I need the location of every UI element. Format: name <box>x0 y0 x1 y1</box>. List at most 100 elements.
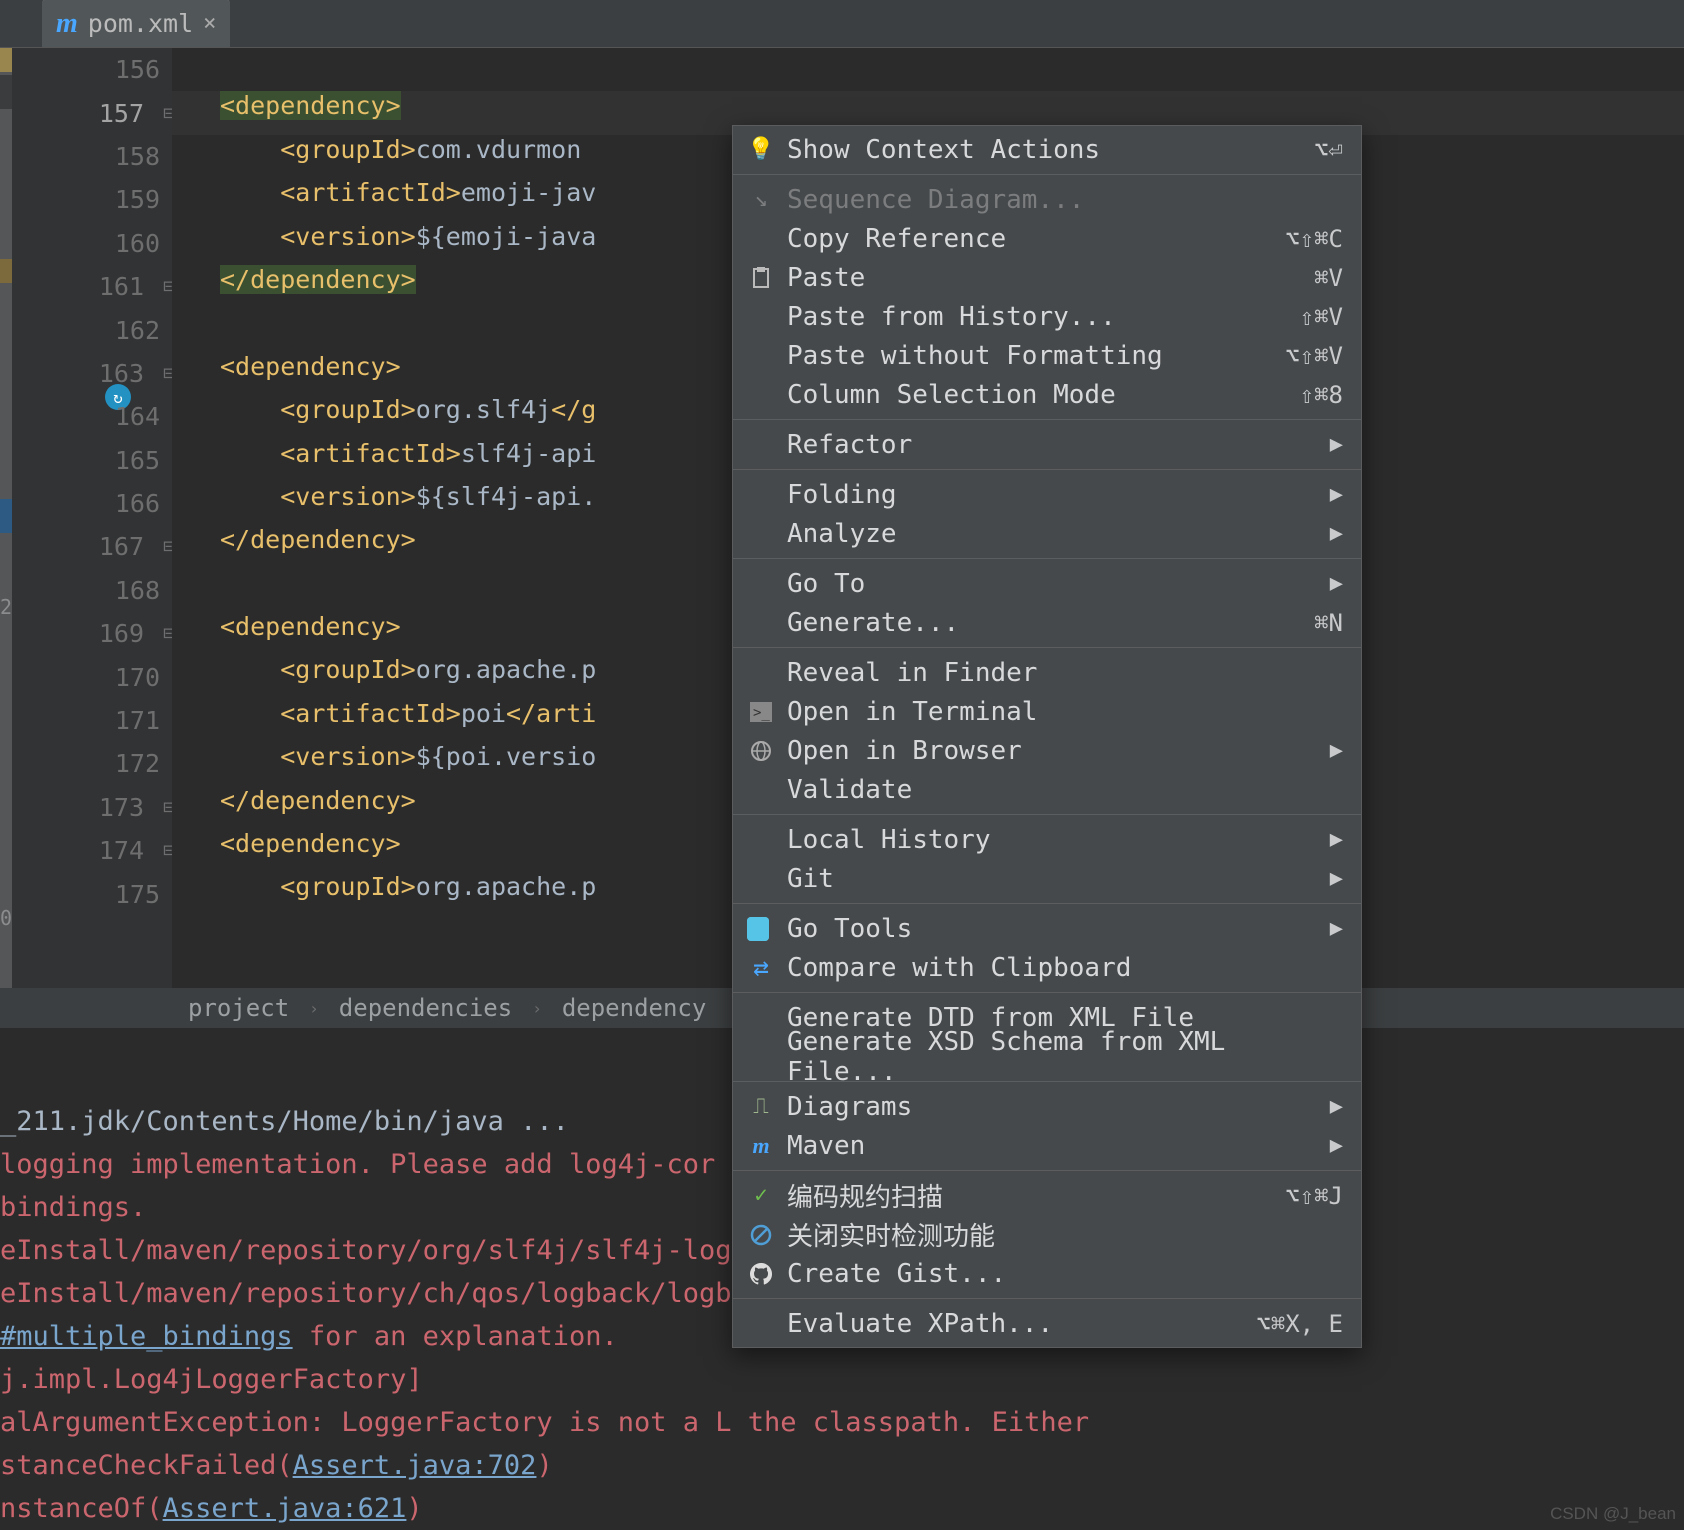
line-number[interactable]: 170 <box>12 655 172 698</box>
menu-label: Diagrams <box>787 1092 912 1122</box>
menu-item[interactable]: Evaluate XPath... ⌥⌘X, E <box>733 1304 1361 1343</box>
submenu-arrow-icon: ▶ <box>1330 1094 1343 1119</box>
menu-label: 关闭实时检测功能 <box>787 1216 995 1253</box>
menu-item[interactable]: mMaven▶ <box>733 1126 1361 1165</box>
compare-icon: ⇄ <box>747 954 775 982</box>
menu-shortcut: ⌥⏎ <box>1314 136 1343 164</box>
submenu-arrow-icon: ▶ <box>1330 432 1343 457</box>
line-number[interactable]: 174⊟ <box>12 829 172 872</box>
menu-separator <box>733 1298 1361 1299</box>
menu-item[interactable]: ⇄ Compare with Clipboard <box>733 948 1361 987</box>
breadcrumb-item[interactable]: project <box>188 994 289 1022</box>
menu-item[interactable]: Folding ▶ <box>733 475 1361 514</box>
menu-label: Git <box>787 864 834 894</box>
menu-item[interactable]: Paste from History...⇧⌘V <box>733 297 1361 336</box>
context-menu: 💡Show Context Actions⌥⏎↘Sequence Diagram… <box>732 125 1362 1348</box>
line-number[interactable]: 164 <box>12 395 172 438</box>
arrow-icon: ↘ <box>747 186 775 214</box>
svg-text:>_: >_ <box>753 705 770 721</box>
line-number[interactable]: 163⊟ <box>12 352 172 395</box>
chevron-right-icon: › <box>532 999 542 1018</box>
term-icon: >_ <box>747 698 775 726</box>
line-number[interactable]: 169⊟ <box>12 612 172 655</box>
menu-separator <box>733 419 1361 420</box>
menu-item[interactable]: Git▶ <box>733 859 1361 898</box>
menu-item[interactable]: Copy Reference⌥⇧⌘C <box>733 219 1361 258</box>
menu-separator <box>733 647 1361 648</box>
line-number[interactable]: 159 <box>12 178 172 221</box>
menu-label: Local History <box>787 825 991 855</box>
menu-item[interactable]: Paste⌘V <box>733 258 1361 297</box>
line-number[interactable]: 168 <box>12 569 172 612</box>
line-number[interactable]: 157⊟ <box>12 91 172 134</box>
menu-label: Folding <box>787 480 897 510</box>
line-number-gutter[interactable]: ↻ 156157⊟158159160161⊟162163⊟16416516616… <box>12 48 172 988</box>
menu-shortcut: ⌘V <box>1314 264 1343 292</box>
bulb-icon: 💡 <box>747 136 775 164</box>
breadcrumb-item[interactable]: dependencies <box>339 994 512 1022</box>
line-number[interactable]: 165 <box>12 439 172 482</box>
line-number[interactable]: 158 <box>12 135 172 178</box>
menu-item[interactable]: Open in Browser▶ <box>733 731 1361 770</box>
menu-label: Show Context Actions <box>787 135 1100 165</box>
globe-icon <box>747 737 775 765</box>
menu-item[interactable]: Refactor▶ <box>733 425 1361 464</box>
line-number[interactable]: 172 <box>12 742 172 785</box>
menu-item[interactable]: 💡 Show Context Actions ⌥⏎ <box>733 130 1361 169</box>
menu-item[interactable]: Local History▶ <box>733 820 1361 859</box>
menu-item[interactable]: ✓编码规约扫描⌥⇧⌘J <box>733 1176 1361 1215</box>
console-line: stanceCheckFailed(Assert.java:702) <box>0 1444 1684 1487</box>
chevron-right-icon: › <box>309 999 319 1018</box>
menu-separator <box>733 903 1361 904</box>
menu-separator <box>733 1170 1361 1171</box>
menu-item[interactable]: Go Tools▶ <box>733 909 1361 948</box>
line-number[interactable]: 173⊟ <box>12 786 172 829</box>
menu-separator <box>733 814 1361 815</box>
menu-item[interactable]: Reveal in Finder <box>733 653 1361 692</box>
menu-label: Column Selection Mode <box>787 380 1116 410</box>
menu-label: Generate XSD Schema from XML File... <box>787 1027 1343 1087</box>
tab-strip: m pom.xml × <box>0 0 1684 48</box>
tab-filename: pom.xml <box>88 9 193 38</box>
menu-label: Copy Reference <box>787 224 1006 254</box>
menu-item[interactable]: ⎍ Diagrams ▶ <box>733 1087 1361 1126</box>
menu-label: Validate <box>787 775 912 805</box>
code-line[interactable] <box>172 48 1684 91</box>
line-number[interactable]: 162 <box>12 308 172 351</box>
menu-shortcut: ⇧⌘V <box>1300 303 1343 331</box>
diag-icon: ⎍ <box>747 1093 775 1121</box>
submenu-arrow-icon: ▶ <box>1330 571 1343 596</box>
line-number[interactable]: 167⊟ <box>12 525 172 568</box>
menu-label: Analyze <box>787 519 897 549</box>
menu-item[interactable]: Generate...⌘N <box>733 603 1361 642</box>
line-number[interactable]: 156 <box>12 48 172 91</box>
line-number[interactable]: 171 <box>12 699 172 742</box>
line-number[interactable]: 160 <box>12 222 172 265</box>
submenu-arrow-icon: ▶ <box>1330 1133 1343 1158</box>
menu-label: Reveal in Finder <box>787 658 1037 688</box>
menu-shortcut: ⌥⌘X, E <box>1256 1310 1343 1338</box>
menu-item[interactable]: Go To▶ <box>733 564 1361 603</box>
menu-item[interactable]: Paste without Formatting⌥⇧⌘V <box>733 336 1361 375</box>
menu-label: Compare with Clipboard <box>787 953 1131 983</box>
menu-item[interactable]: Analyze▶ <box>733 514 1361 553</box>
menu-item[interactable]: 关闭实时检测功能 <box>733 1215 1361 1254</box>
line-number[interactable]: 175 <box>12 872 172 915</box>
editor-left-stripe: 211 0.1 <box>0 48 12 988</box>
paste-icon <box>747 264 775 292</box>
line-number[interactable]: 166 <box>12 482 172 525</box>
maven-file-icon: m <box>56 10 78 38</box>
menu-item[interactable]: Create Gist... <box>733 1254 1361 1293</box>
submenu-arrow-icon: ▶ <box>1330 482 1343 507</box>
breadcrumb-item[interactable]: dependency <box>562 994 707 1022</box>
menu-item[interactable]: Column Selection Mode ⇧⌘8 <box>733 375 1361 414</box>
menu-shortcut: ⌥⇧⌘J <box>1285 1182 1343 1210</box>
menu-item[interactable]: Generate XSD Schema from XML File... <box>733 1037 1361 1076</box>
menu-shortcut: ⇧⌘8 <box>1300 381 1343 409</box>
menu-item[interactable]: >_Open in Terminal <box>733 692 1361 731</box>
file-tab-pom[interactable]: m pom.xml × <box>42 0 230 47</box>
menu-label: Evaluate XPath... <box>787 1309 1053 1339</box>
menu-item[interactable]: Validate <box>733 770 1361 809</box>
close-icon[interactable]: × <box>203 11 216 36</box>
line-number[interactable]: 161⊟ <box>12 265 172 308</box>
